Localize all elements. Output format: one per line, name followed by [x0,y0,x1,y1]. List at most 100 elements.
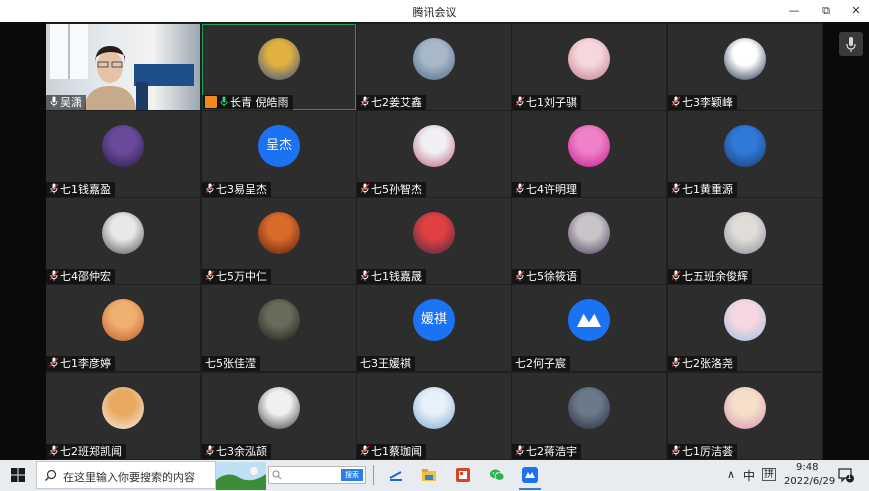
maximize-button[interactable]: ⧉ [815,1,837,21]
participant-avatar [724,125,766,167]
participant-name: 七2何子宸 [515,357,566,370]
microphone-muted-icon [360,183,370,194]
microphone-muted-icon [671,445,681,456]
participant-avatar [568,387,610,429]
minimize-button[interactable]: — [783,1,805,21]
windows-start-icon[interactable] [10,467,26,483]
participant-tile[interactable]: 长青 倪皓雨 [202,24,356,110]
participant-name: 七5孙智杰 [371,183,422,196]
search-placeholder: 在这里输入你要搜索的内容 [63,471,195,484]
microphone-muted-icon [205,270,215,281]
participant-avatar [568,38,610,80]
microphone-muted-icon [671,270,681,281]
participant-tile[interactable]: 七4许明理 [512,111,666,197]
ime-mode-indicator[interactable]: 拼 [762,468,776,481]
participant-name-bar: 七4许明理 [512,182,581,197]
participant-tile[interactable]: 七1蔡珈闻 [357,373,511,459]
participant-tile[interactable]: 七2何子宸 [512,285,666,371]
participant-name: 七1刘子骐 [526,96,577,109]
participant-avatar [724,212,766,254]
participant-name: 七5徐筱语 [526,270,577,283]
tencent-meeting-logo-icon [577,312,601,327]
clock-time[interactable]: 9:48 [796,462,818,473]
participant-tile[interactable]: 七1厉洁荟 [668,373,822,459]
mini-search-widget[interactable]: 搜索 [268,466,366,484]
participant-tile[interactable]: 七5万中仁 [202,198,356,284]
title-bar: 腾讯会议 — ⧉ ✕ [0,0,869,22]
taskbar-search-box[interactable]: 在这里输入你要搜索的内容 [36,461,216,489]
participant-avatar: 呈杰 [258,125,300,167]
mic-toggle-button[interactable] [839,32,863,56]
participant-tile[interactable]: 七5孙智杰 [357,111,511,197]
participant-tile[interactable]: 七4邵仲宏 [46,198,200,284]
participant-avatar [258,299,300,341]
active-app-indicator [519,488,541,490]
ime-language-indicator[interactable]: 中 [743,467,755,484]
participant-tile[interactable]: 七2班郑凯闻 [46,373,200,459]
participant-avatar [724,299,766,341]
participant-grid: 吴潇 长青 倪皓雨 七2姜艾鑫 七1刘子骐 七3李颖峰 七1钱嘉盈 呈杰 七3易呈杰 七5孙智杰… [46,22,823,460]
participant-tile[interactable]: 七1钱嘉盈 [46,111,200,197]
participant-name-bar: 七2蒋浩宇 [512,444,581,459]
participant-tile[interactable]: 七3余泓颉 [202,373,356,459]
participant-name-bar: 七1钱嘉盈 [46,182,115,197]
participant-tile[interactable]: 七1钱嘉晟 [357,198,511,284]
right-gutter [823,22,869,460]
participant-avatar [568,125,610,167]
participant-name: 七1黄重源 [682,183,733,196]
participant-avatar [568,299,610,341]
microphone-muted-icon [49,270,59,281]
left-gutter [0,22,46,460]
search-highlight-image [216,462,266,490]
participant-name-bar: 长青 倪皓雨 [202,95,293,110]
powerpoint-icon[interactable] [455,467,471,483]
microphone-muted-icon [671,96,681,107]
tencent-meeting-taskbar-icon[interactable] [522,467,538,483]
microphone-muted-icon [360,96,370,107]
participant-tile[interactable]: 七2张洛尧 [668,285,822,371]
microphone-icon [846,37,856,52]
participant-tile[interactable]: 呈杰七3易呈杰 [202,111,356,197]
participant-name: 七1钱嘉盈 [60,183,111,196]
notification-icon [838,468,854,483]
participant-tile[interactable]: 七3李颖峰 [668,24,822,110]
pen-tool-icon[interactable] [388,467,404,483]
participant-avatar [258,212,300,254]
microphone-active-icon [220,96,228,107]
participant-avatar [102,125,144,167]
participant-tile[interactable]: 媛祺 七3王媛祺 [357,285,511,371]
participant-name-bar: 七1钱嘉晟 [357,269,426,284]
participant-tile[interactable]: 七5徐筱语 [512,198,666,284]
participant-name-bar: 七5徐筱语 [512,269,581,284]
participant-name: 七1厉洁荟 [682,445,733,458]
participant-name: 七2张洛尧 [682,357,733,370]
participant-name: 七3易呈杰 [216,183,267,196]
wechat-icon[interactable] [489,467,505,483]
participant-tile[interactable]: 吴潇 [46,24,200,110]
participant-tile[interactable]: 七1刘子骐 [512,24,666,110]
file-explorer-icon[interactable] [421,467,437,483]
close-button[interactable]: ✕ [845,1,867,21]
participant-name-bar: 七2何子宸 [512,356,570,371]
taskbar-divider [373,465,374,485]
microphone-muted-icon [360,445,370,456]
participant-name: 七4邵仲宏 [60,270,111,283]
participant-name: 七3余泓颉 [216,445,267,458]
participant-tile[interactable]: 七2蒋浩宇 [512,373,666,459]
participant-tile[interactable]: 七2姜艾鑫 [357,24,511,110]
participant-tile[interactable]: 七1黄重源 [668,111,822,197]
participant-name: 七5万中仁 [216,270,267,283]
clock-date[interactable]: 2022/6/29 [784,476,835,487]
participant-avatar [724,387,766,429]
participant-tile[interactable]: 七五班余俊辉 [668,198,822,284]
participant-tile[interactable]: 七1李彦婷 [46,285,200,371]
participant-name-bar: 七五班余俊辉 [668,269,752,284]
meeting-stage: 吴潇 长青 倪皓雨 七2姜艾鑫 七1刘子骐 七3李颖峰 七1钱嘉盈 呈杰 七3易呈杰 七5孙智杰… [0,22,869,460]
participant-name-bar: 七1蔡珈闻 [357,444,426,459]
window-title: 腾讯会议 [412,6,457,19]
mini-search-button[interactable]: 搜索 [341,469,363,481]
tray-expand-button[interactable]: ∧ [727,468,735,481]
participant-tile[interactable]: 七5张佳滢 [202,285,356,371]
notification-center-button[interactable]: 1 [838,467,854,483]
participant-name-bar: 七1黄重源 [668,182,737,197]
